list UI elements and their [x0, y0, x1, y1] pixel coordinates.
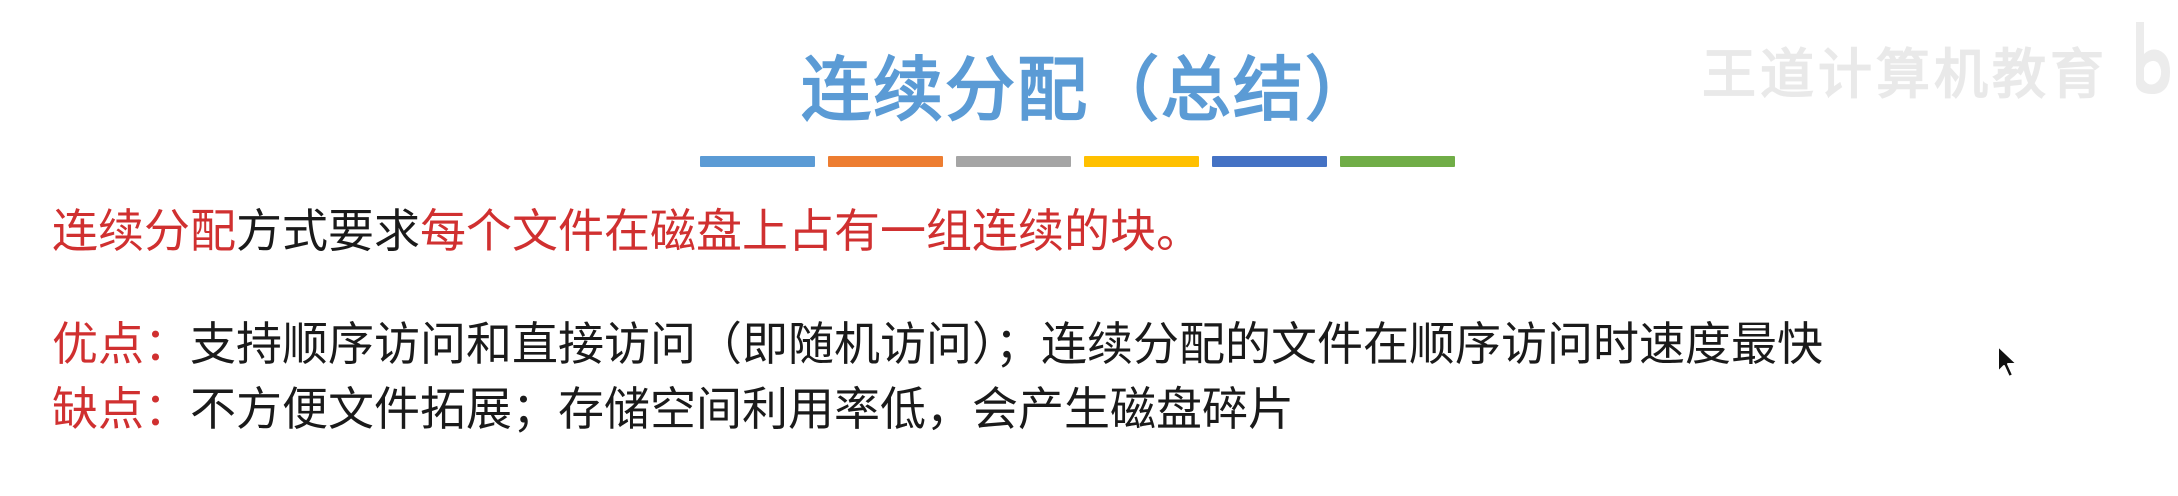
- divider-bar-gray: [956, 156, 1071, 167]
- divider-bar-yellow: [1084, 156, 1199, 167]
- divider-bar-green: [1340, 156, 1455, 167]
- title-divider: [700, 156, 1455, 167]
- term-continuous-allocation: 连续分配: [52, 204, 236, 258]
- divider-bar-orange: [828, 156, 943, 167]
- definition-requirement: 每个文件在磁盘上占有一组连续的块。: [420, 204, 1202, 258]
- advantages-label: 优点：: [52, 317, 190, 371]
- definition-connector: 方式要求: [236, 204, 420, 258]
- divider-bar-blue: [700, 156, 815, 167]
- mouse-cursor-icon: [1997, 345, 2018, 378]
- slide-title: 连续分配（总结）: [801, 49, 1377, 131]
- divider-bar-darkblue: [1212, 156, 1327, 167]
- disadvantages-line: 缺点：不方便文件拓展；存储空间利用率低，会产生磁盘碎片: [52, 383, 1294, 436]
- disadvantages-label: 缺点：: [52, 382, 190, 436]
- advantages-line: 优点：支持顺序访问和直接访问（即随机访问）；连续分配的文件在顺序访问时速度最快: [52, 318, 1823, 371]
- advantages-text: 支持顺序访问和直接访问（即随机访问）；连续分配的文件在顺序访问时速度最快: [190, 317, 1823, 371]
- disadvantages-text: 不方便文件拓展；存储空间利用率低，会产生磁盘碎片: [190, 382, 1294, 436]
- definition-line: 连续分配方式要求每个文件在磁盘上占有一组连续的块。: [52, 205, 1202, 258]
